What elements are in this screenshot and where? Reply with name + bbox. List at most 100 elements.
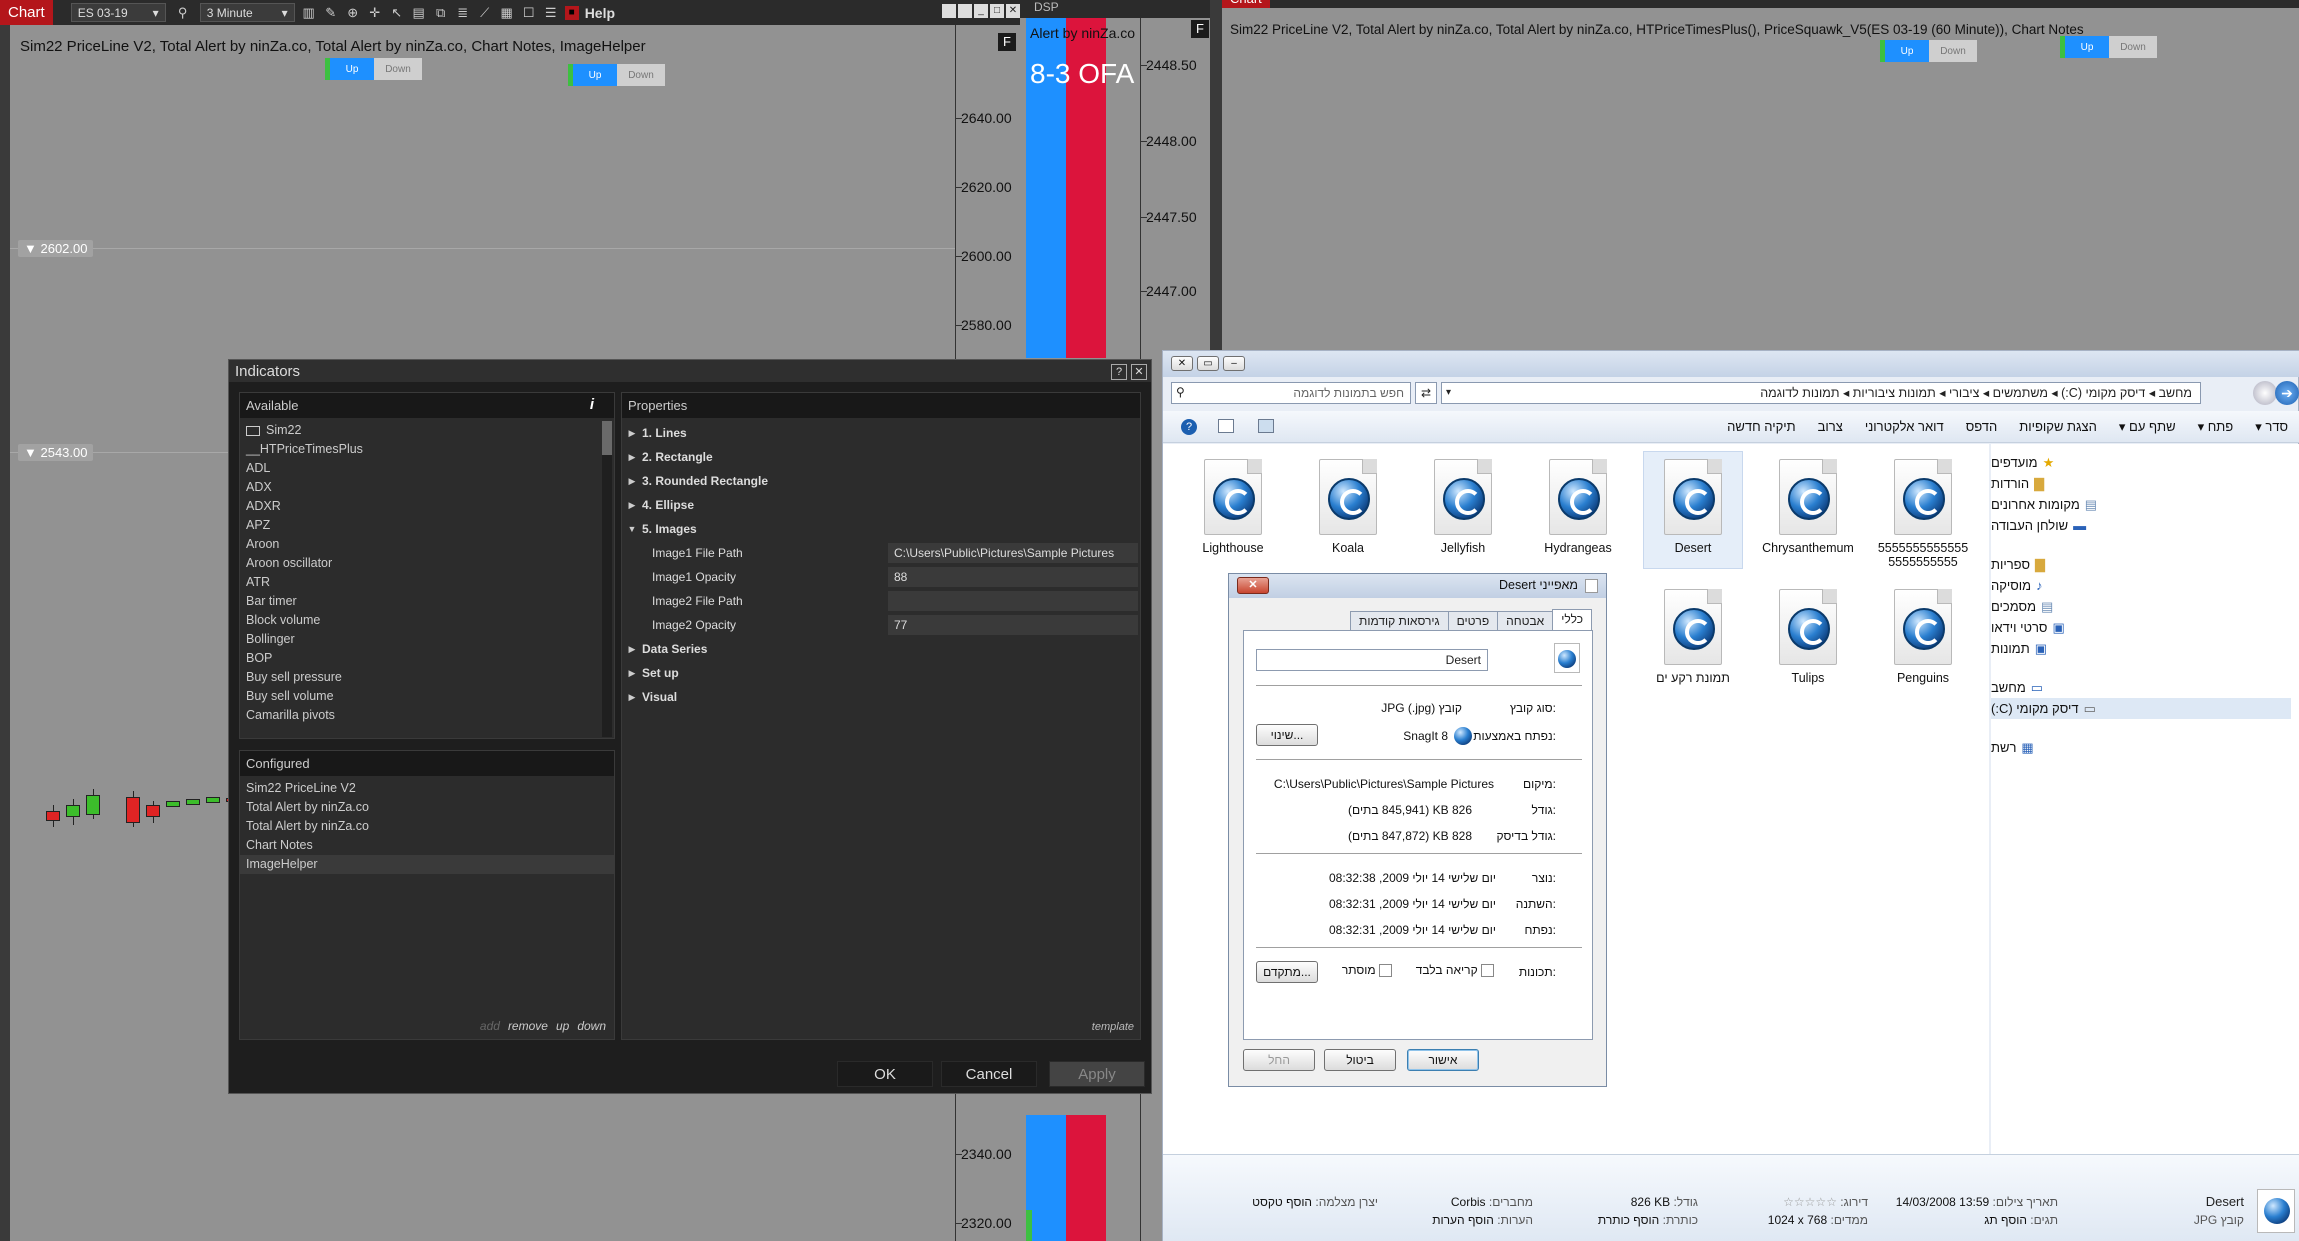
info-icon[interactable]: i xyxy=(590,396,594,413)
slideshow-button[interactable]: הצגת שקופיות xyxy=(2019,419,2097,435)
cancel-button[interactable]: ביטול xyxy=(1324,1049,1396,1071)
snapshot-icon[interactable]: ⧉ xyxy=(433,5,449,21)
f-badge[interactable]: F xyxy=(998,33,1016,51)
drawing-tool-icon[interactable]: ⟋ xyxy=(477,5,493,21)
email-button[interactable]: דואר אלקטרוני xyxy=(1865,419,1944,435)
updown-toggle[interactable]: Up Down xyxy=(1880,40,1977,62)
maximize-icon[interactable]: □ xyxy=(990,4,1004,18)
chart-tab[interactable]: Chart xyxy=(1222,0,1270,8)
file-item[interactable]: Chrysanthemum xyxy=(1758,459,1858,555)
down-button[interactable]: Down xyxy=(374,58,422,80)
list-item[interactable]: Sim22 PriceLine V2 xyxy=(240,779,614,798)
explorer-title-bar[interactable] xyxy=(1163,351,2299,377)
apply-button[interactable]: Apply xyxy=(1049,1061,1145,1087)
breadcrumb[interactable]: מחשב ◂ דיסק מקומי (C:) ◂ משתמשים ◂ ציבור… xyxy=(1760,386,2192,400)
tile-icon[interactable] xyxy=(958,4,972,18)
prop-category[interactable]: ▶ Data Series xyxy=(622,637,1140,661)
scrollbar[interactable] xyxy=(602,421,612,737)
nav-recent[interactable]: ▤ מקומות אחרונים xyxy=(1991,494,2291,515)
readonly-checkbox[interactable]: קריאה בלבד xyxy=(1416,963,1494,978)
file-item[interactable]: Jellyfish xyxy=(1413,459,1513,555)
detail-value[interactable]: הוסף תג xyxy=(1984,1213,2027,1227)
down-button[interactable]: Down xyxy=(2109,36,2157,58)
burn-button[interactable]: צרוב xyxy=(1818,419,1843,435)
prop-category[interactable]: ▶ 3. Rounded Rectangle xyxy=(622,469,1140,493)
price-marker[interactable]: ▼ 2602.00 xyxy=(18,240,94,257)
refresh-icon[interactable]: ⇄ xyxy=(1415,382,1437,404)
up-button[interactable]: Up xyxy=(2065,36,2109,58)
close-icon[interactable]: ✕ xyxy=(1131,364,1147,380)
list-item[interactable]: ADX xyxy=(240,478,600,497)
nav-desktop[interactable]: ▬ שולחן העבודה xyxy=(1991,515,2291,536)
up-link[interactable]: up xyxy=(556,1019,569,1033)
up-button[interactable]: Up xyxy=(573,64,617,86)
f-badge[interactable]: F xyxy=(1191,20,1209,38)
detail-value[interactable]: הוסף הערות xyxy=(1432,1213,1494,1227)
minimize-icon[interactable]: _ xyxy=(974,4,988,18)
nav-documents[interactable]: ▤ מסמכים xyxy=(1991,596,2291,617)
list-item[interactable]: Bollinger xyxy=(240,630,600,649)
timeframe-select[interactable]: 3 Minute ▾ xyxy=(199,3,295,22)
close-icon[interactable]: ✕ xyxy=(1006,4,1020,18)
organize-button[interactable]: סדר ▾ xyxy=(2255,419,2288,435)
nav-libraries[interactable]: ▇ ספריות xyxy=(1991,554,2291,575)
list-item[interactable]: Chart Notes xyxy=(240,836,614,855)
help-button[interactable]: ? xyxy=(1111,364,1127,380)
filename-input[interactable]: Desert xyxy=(1256,649,1488,671)
close-icon[interactable]: ✕ xyxy=(1237,577,1269,594)
list-item-selected[interactable]: ImageHelper xyxy=(240,855,614,874)
image2-path-input[interactable] xyxy=(888,591,1138,611)
list-item[interactable]: Total Alert by ninZa.co xyxy=(240,798,614,817)
chart-tab[interactable]: Chart xyxy=(0,0,53,25)
open-button[interactable]: פתח ▾ xyxy=(2198,419,2234,435)
prop-category[interactable]: ▶ 2. Rectangle xyxy=(622,445,1140,469)
prop-category[interactable]: ▶ Set up xyxy=(622,661,1140,685)
nav-videos[interactable]: ▣ סרטי וידאו xyxy=(1991,617,2291,638)
pencil-icon[interactable]: ✎ xyxy=(323,5,339,21)
list-item[interactable]: Block volume xyxy=(240,611,600,630)
up-button[interactable]: Up xyxy=(330,58,374,80)
file-item[interactable]: Hydrangeas xyxy=(1528,459,1628,555)
checkbox-box[interactable] xyxy=(1481,964,1494,978)
rating-stars[interactable]: ☆☆☆☆☆ xyxy=(1783,1195,1837,1209)
scroll-thumb[interactable] xyxy=(602,421,612,455)
list-icon[interactable]: ☰ xyxy=(543,5,559,21)
list-item[interactable]: Aroon xyxy=(240,535,600,554)
nav-network[interactable]: ▦ רשת xyxy=(1991,737,2291,758)
zoom-icon[interactable]: ⊕ xyxy=(345,5,361,21)
middle-tab[interactable]: DSP xyxy=(1034,0,1059,14)
prop-category[interactable]: ▶ 1. Lines xyxy=(622,421,1140,445)
change-button[interactable]: שינוי... xyxy=(1256,724,1318,746)
down-button[interactable]: Down xyxy=(617,64,665,86)
indicator-icon[interactable]: ▦ xyxy=(499,5,515,21)
nav-local-disk[interactable]: ▭ דיסק מקומי (C:) xyxy=(1991,698,2291,719)
apply-button[interactable]: החל xyxy=(1243,1049,1315,1071)
file-item[interactable]: תמונת רקע ים xyxy=(1643,589,1743,685)
file-item[interactable]: Koala xyxy=(1298,459,1398,555)
list-item[interactable]: Sim22 xyxy=(240,421,600,440)
address-bar[interactable]: ▾ מחשב ◂ דיסק מקומי (C:) ◂ משתמשים ◂ ציב… xyxy=(1441,382,2201,404)
prop-category[interactable]: ▼ 5. Images xyxy=(622,517,1140,541)
back-button[interactable]: ➔ xyxy=(2275,381,2299,405)
list-item[interactable]: __HTPriceTimesPlus xyxy=(240,440,600,459)
detail-value[interactable]: הוסף כותרת xyxy=(1598,1213,1659,1227)
list-item[interactable]: ADXR xyxy=(240,497,600,516)
remove-link[interactable]: remove xyxy=(508,1019,548,1033)
list-item[interactable]: Buy sell volume xyxy=(240,687,600,706)
search-icon[interactable]: ⚲ xyxy=(172,5,194,21)
list-item[interactable]: Buy sell pressure xyxy=(240,668,600,687)
stop-icon[interactable]: ■ xyxy=(564,5,579,20)
new-folder-button[interactable]: תיקיה חדשה xyxy=(1727,419,1796,435)
nav-favorites[interactable]: ★ מועדפים xyxy=(1991,452,2291,473)
advanced-button[interactable]: מתקדם... xyxy=(1256,961,1318,983)
properties-icon[interactable]: ▤ xyxy=(411,5,427,21)
detail-value[interactable]: Corbis xyxy=(1451,1195,1486,1209)
template-link[interactable]: template xyxy=(1092,1021,1134,1033)
pointer-icon[interactable]: ↖ xyxy=(389,5,405,21)
file-item[interactable]: Lighthouse xyxy=(1183,459,1283,555)
help-label[interactable]: Help xyxy=(585,5,615,21)
up-button[interactable]: Up xyxy=(1885,40,1929,62)
bar-type-icon[interactable]: ▥ xyxy=(301,5,317,21)
tile-icon[interactable] xyxy=(942,4,956,18)
image1-opacity-input[interactable]: 88 xyxy=(888,567,1138,587)
